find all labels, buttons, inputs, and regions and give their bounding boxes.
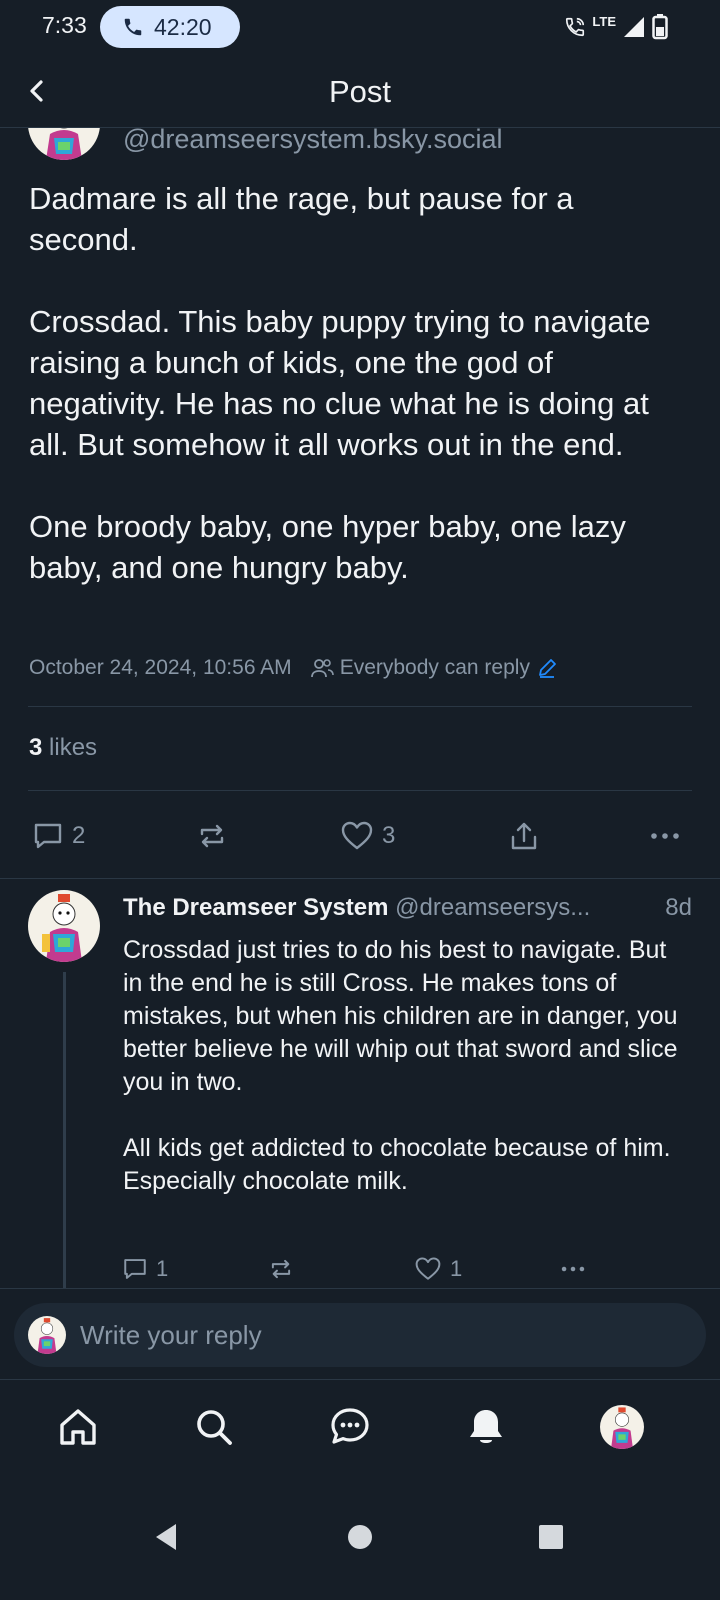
circle-home-icon	[348, 1525, 372, 1549]
reply-reply-button[interactable]: 1	[122, 1256, 168, 1282]
current-user-avatar	[28, 1316, 66, 1354]
call-timer: 42:20	[154, 13, 212, 40]
nav-home[interactable]	[54, 1403, 102, 1451]
like-count: 3	[382, 822, 396, 849]
nav-notifications[interactable]	[462, 1403, 510, 1451]
pencil-icon	[539, 659, 556, 678]
search-icon	[197, 1410, 232, 1445]
home-icon	[60, 1409, 96, 1445]
bottom-navigation	[0, 1381, 720, 1481]
ongoing-call-pill[interactable]: 42:20	[100, 6, 240, 48]
top-app-bar: Post	[0, 54, 720, 128]
triangle-back-icon	[156, 1524, 176, 1550]
ellipsis-icon	[651, 833, 679, 839]
divider	[28, 706, 692, 707]
reply-like-count: 1	[450, 1256, 463, 1281]
system-back-button[interactable]	[152, 1522, 180, 1552]
reply-composer[interactable]: Write your reply	[14, 1303, 706, 1367]
signal-icon	[624, 17, 644, 37]
reply-more-options-button[interactable]	[558, 1256, 588, 1282]
like-button[interactable]: 3	[340, 820, 395, 852]
share-icon	[511, 822, 537, 850]
reply-repost-button[interactable]	[268, 1256, 294, 1282]
more-options-button[interactable]	[648, 820, 682, 852]
repost-icon	[271, 1259, 291, 1279]
post-text: Dadmare is all the rage, but pause for a…	[29, 181, 651, 585]
reply-reply-count: 1	[156, 1256, 169, 1281]
share-button[interactable]	[508, 820, 540, 852]
comment-icon	[124, 1259, 146, 1279]
page-title: Post	[328, 74, 392, 109]
system-recents-button[interactable]	[538, 1524, 564, 1550]
repost-icon	[200, 824, 224, 848]
reply-setting-button[interactable]: Everybody can reply	[310, 656, 558, 680]
avatar-image-icon	[28, 1316, 66, 1354]
reply-count: 2	[72, 822, 86, 849]
nav-profile[interactable]	[598, 1403, 646, 1451]
post-actions: 2 3	[0, 818, 720, 858]
chat-icon	[331, 1408, 369, 1444]
reply-handle: @dreamseersys...	[395, 894, 591, 921]
avatar-image-icon	[600, 1405, 644, 1449]
reply-setting-label: Everybody can reply	[339, 656, 530, 679]
reply-header[interactable]: The Dreamseer System @dreamseersys...	[123, 894, 693, 922]
reply-author-avatar[interactable]	[28, 890, 100, 962]
nav-search[interactable]	[190, 1403, 238, 1451]
reply-button[interactable]: 2	[32, 820, 85, 852]
system-home-button[interactable]	[347, 1524, 373, 1550]
divider	[28, 790, 692, 791]
thread-line	[63, 972, 66, 1290]
phone-icon	[124, 18, 142, 36]
status-bar: 7:33 42:20 LTE	[0, 0, 720, 54]
reply-placeholder: Write your reply	[80, 1319, 262, 1350]
system-navigation-bar	[0, 1490, 720, 1600]
heart-icon	[341, 821, 373, 850]
reply-text[interactable]: Crossdad just tries to do his best to na…	[123, 934, 683, 1198]
status-icons: LTE	[564, 14, 668, 40]
status-time: 7:33	[42, 12, 87, 38]
divider	[0, 878, 720, 879]
repost-button[interactable]	[196, 820, 228, 852]
likes-label: likes	[49, 734, 98, 761]
likes-count-link[interactable]: 3 likes	[29, 734, 97, 762]
comment-icon	[34, 823, 62, 849]
post-timestamp: October 24, 2024, 10:56 AM	[29, 656, 292, 679]
likes-number: 3	[29, 734, 43, 761]
network-type: LTE	[592, 13, 616, 29]
ellipsis-icon	[561, 1266, 585, 1272]
reply-composer-bar: Write your reply	[0, 1288, 720, 1380]
wifi-calling-icon	[566, 17, 585, 37]
reply-actions: 1 1	[0, 1256, 720, 1286]
people-icon	[310, 659, 334, 678]
reply-like-button[interactable]: 1	[414, 1256, 462, 1282]
profile-avatar	[600, 1405, 644, 1449]
reply-age: 8d	[665, 894, 692, 921]
battery-icon	[652, 14, 668, 40]
square-recents-icon	[539, 1525, 563, 1549]
avatar-image-icon	[28, 890, 100, 962]
heart-icon	[415, 1257, 441, 1280]
bell-icon	[470, 1410, 502, 1443]
post-meta: October 24, 2024, 10:56 AM Everybody can…	[29, 656, 558, 680]
nav-chat[interactable]	[326, 1403, 374, 1451]
reply-display-name: The Dreamseer System	[123, 894, 389, 921]
author-handle[interactable]: @dreamseersystem.bsky.social	[123, 124, 503, 155]
